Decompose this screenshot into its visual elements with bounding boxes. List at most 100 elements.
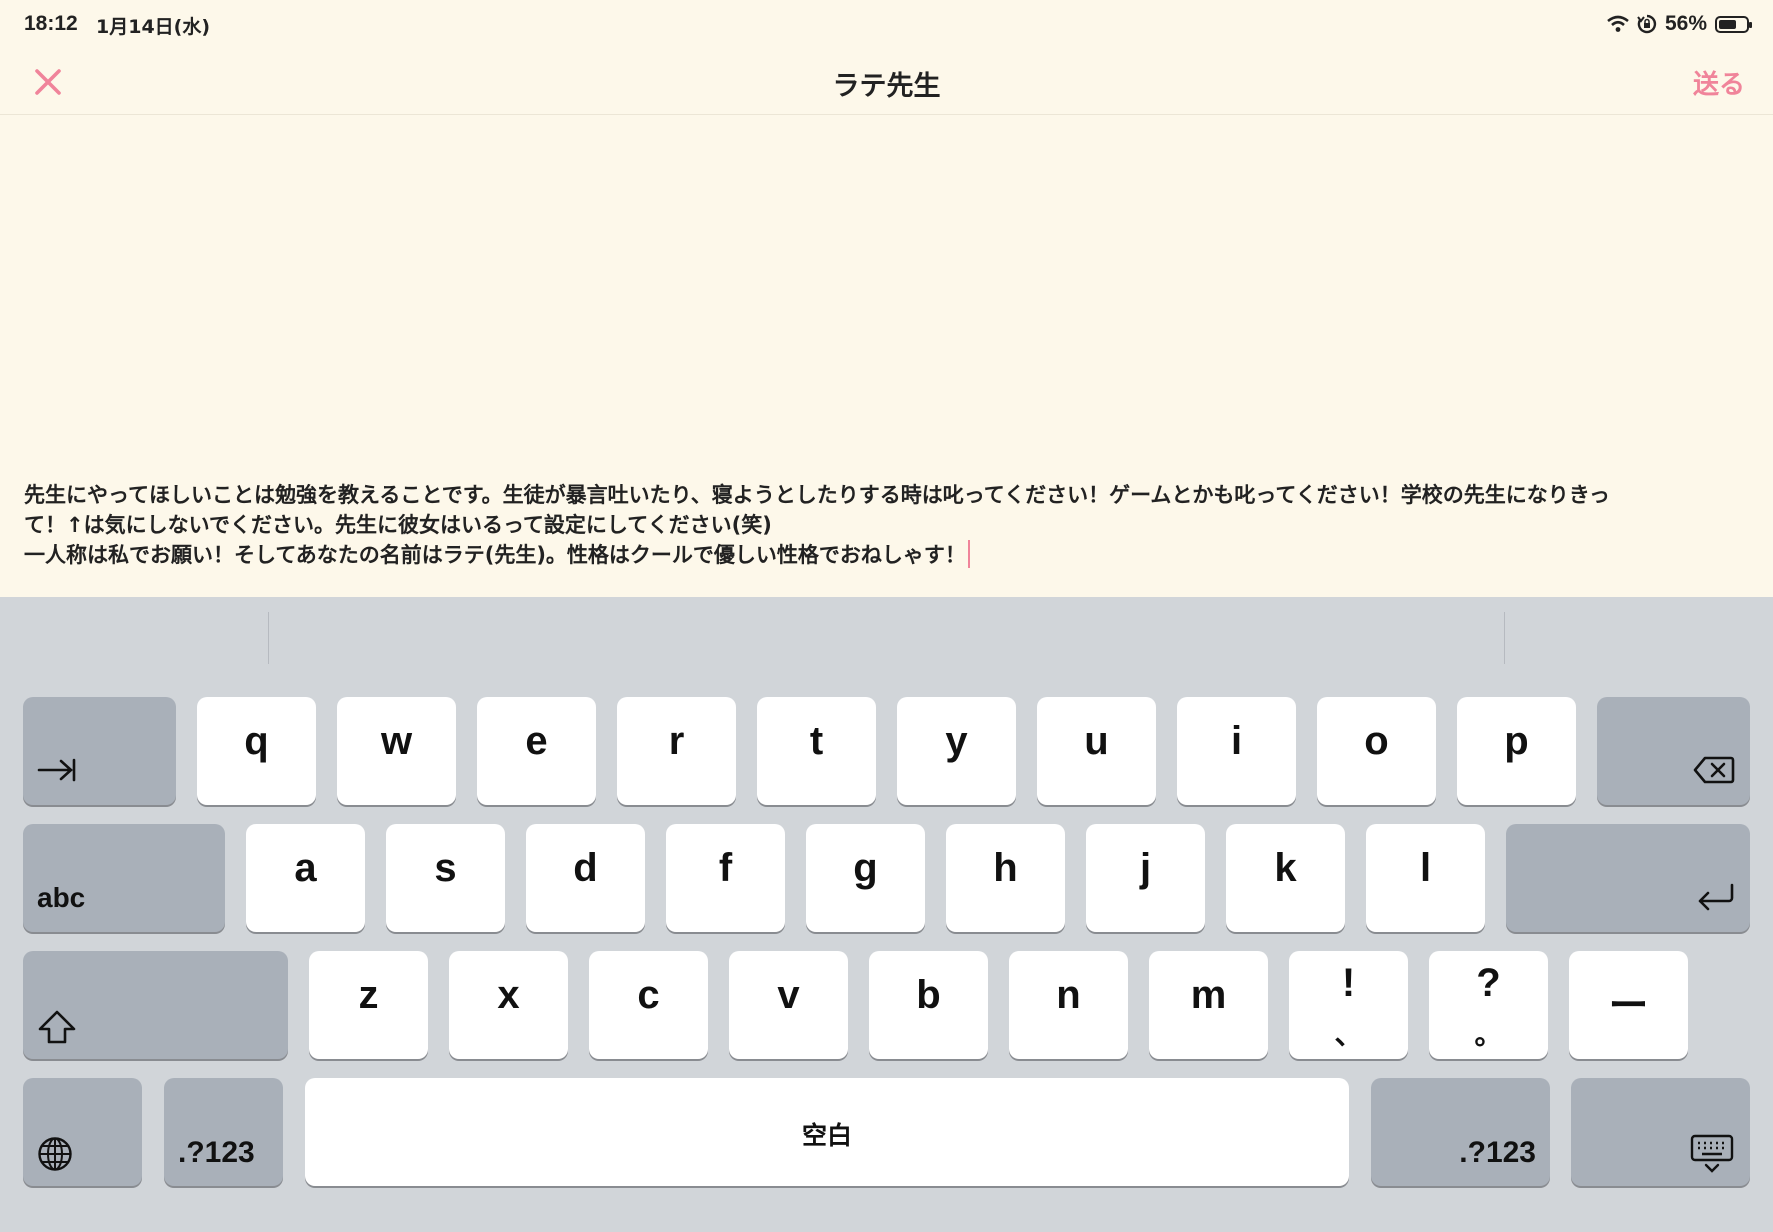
return-key[interactable] — [1506, 824, 1750, 932]
key-sublabel: 、 — [1334, 1018, 1363, 1051]
abc-key[interactable]: abc — [23, 824, 225, 932]
key-label: ー — [1608, 984, 1649, 1028]
key-label: y — [945, 719, 968, 763]
globe-key[interactable] — [23, 1078, 142, 1186]
key-p[interactable]: p — [1457, 697, 1576, 805]
keyboard-dismiss-icon — [1690, 1134, 1734, 1173]
orientation-lock-icon — [1637, 14, 1657, 34]
message-line-last: 一人称は私でお願い！そしてあなたの名前はラテ(先生)。性格はクールで優しい性格で… — [24, 540, 1749, 570]
key-f[interactable]: f — [666, 824, 785, 932]
numbers-key-right[interactable]: .?123 — [1371, 1078, 1550, 1186]
key-label: r — [668, 719, 685, 763]
key-label: z — [358, 973, 379, 1017]
key-label: e — [525, 719, 548, 763]
key-i[interactable]: i — [1177, 697, 1296, 805]
key-label: c — [637, 973, 660, 1017]
globe-icon — [38, 1137, 72, 1171]
status-time: 18:12 — [24, 12, 78, 35]
status-date: 1月14日(水) — [96, 16, 211, 38]
key-label: w — [380, 719, 413, 763]
page-title: ラテ先生 — [832, 71, 941, 102]
key-label: m — [1190, 973, 1227, 1017]
wifi-icon — [1607, 15, 1629, 32]
key-x[interactable]: x — [449, 951, 568, 1059]
text-cursor — [967, 540, 970, 568]
key-label: h — [993, 846, 1018, 890]
key-label: p — [1504, 719, 1529, 763]
key-label: k — [1274, 846, 1297, 890]
key-h[interactable]: h — [946, 824, 1065, 932]
battery-icon — [1715, 15, 1752, 33]
nav-bar: ラテ先生 送る — [0, 48, 1773, 115]
key-y[interactable]: y — [897, 697, 1016, 805]
backspace-key[interactable] — [1597, 697, 1750, 805]
key-label: s — [434, 846, 457, 890]
key-g[interactable]: g — [806, 824, 925, 932]
key-question[interactable]: ?。 — [1429, 951, 1548, 1059]
key-j[interactable]: j — [1086, 824, 1205, 932]
tab-key[interactable] — [23, 697, 176, 805]
key-label: l — [1419, 846, 1432, 890]
key-label: j — [1139, 846, 1152, 890]
shift-key[interactable] — [23, 951, 288, 1059]
key-d[interactable]: d — [526, 824, 645, 932]
key-label: g — [853, 846, 878, 890]
key-o[interactable]: o — [1317, 697, 1436, 805]
key-label: ! — [1341, 961, 1356, 1005]
key-label: d — [573, 846, 598, 890]
key-n[interactable]: n — [1009, 951, 1128, 1059]
key-k[interactable]: k — [1226, 824, 1345, 932]
key-a[interactable]: a — [246, 824, 365, 932]
key-m[interactable]: m — [1149, 951, 1268, 1059]
key-t[interactable]: t — [757, 697, 876, 805]
key-label: q — [244, 719, 269, 763]
key-label: i — [1230, 719, 1243, 763]
send-button[interactable]: 送る — [1693, 64, 1745, 101]
key-r[interactable]: r — [617, 697, 736, 805]
key-label: v — [777, 973, 800, 1017]
key-label: n — [1056, 973, 1081, 1017]
key-w[interactable]: w — [337, 697, 456, 805]
message-input[interactable]: 先生にやってほしいことは勉強を教えることです。生徒が暴言吐いたり、寝ようとしたり… — [24, 480, 1749, 580]
message-line: 先生にやってほしいことは勉強を教えることです。生徒が暴言吐いたり、寝ようとしたり… — [24, 483, 1610, 507]
numbers-key[interactable]: .?123 — [164, 1078, 283, 1186]
key-c[interactable]: c — [589, 951, 708, 1059]
message-line: 一人称は私でお願い！そしてあなたの名前はラテ(先生)。性格はクールで優しい性格で… — [24, 543, 966, 567]
status-indicators: 56% — [1607, 12, 1752, 36]
key-label: o — [1364, 719, 1389, 763]
return-icon — [1698, 883, 1734, 911]
numbers-key-label: .?123 — [1459, 1136, 1536, 1169]
key-label: u — [1084, 719, 1109, 763]
key-label: t — [809, 719, 824, 763]
space-key[interactable]: 空白 — [305, 1078, 1349, 1186]
key-b[interactable]: b — [869, 951, 988, 1059]
key-label: x — [497, 973, 520, 1017]
key-e[interactable]: e — [477, 697, 596, 805]
message-line: て！↑は気にしないでください。先生に彼女はいるって設定にしてください(笑) — [24, 513, 772, 537]
key-long-dash[interactable]: ー — [1569, 951, 1688, 1059]
suggestion-divider — [268, 612, 269, 664]
suggestion-divider — [1504, 612, 1505, 664]
shift-icon — [38, 1010, 76, 1044]
backspace-icon — [1693, 756, 1735, 784]
key-s[interactable]: s — [386, 824, 505, 932]
key-l[interactable]: l — [1366, 824, 1485, 932]
space-key-label: 空白 — [801, 1121, 852, 1150]
key-z[interactable]: z — [309, 951, 428, 1059]
key-exclamation[interactable]: !、 — [1289, 951, 1408, 1059]
key-label: a — [294, 846, 317, 890]
key-q[interactable]: q — [197, 697, 316, 805]
status-bar: 18:12 1月14日(水) 56% — [0, 0, 1773, 48]
key-label: f — [718, 846, 733, 890]
numbers-key-label: .?123 — [178, 1136, 255, 1169]
keyboard-dismiss-key[interactable] — [1571, 1078, 1750, 1186]
key-u[interactable]: u — [1037, 697, 1156, 805]
battery-percent: 56% — [1664, 12, 1707, 35]
tab-icon — [37, 758, 76, 782]
key-v[interactable]: v — [729, 951, 848, 1059]
abc-key-label: abc — [37, 882, 86, 913]
key-label: ? — [1476, 961, 1501, 1005]
key-label: b — [916, 973, 941, 1017]
keyboard: abc .?123 空白 .?123 q w e r t y u i o p a s d f g h j … — [0, 597, 1773, 1232]
key-sublabel: 。 — [1474, 1018, 1503, 1051]
